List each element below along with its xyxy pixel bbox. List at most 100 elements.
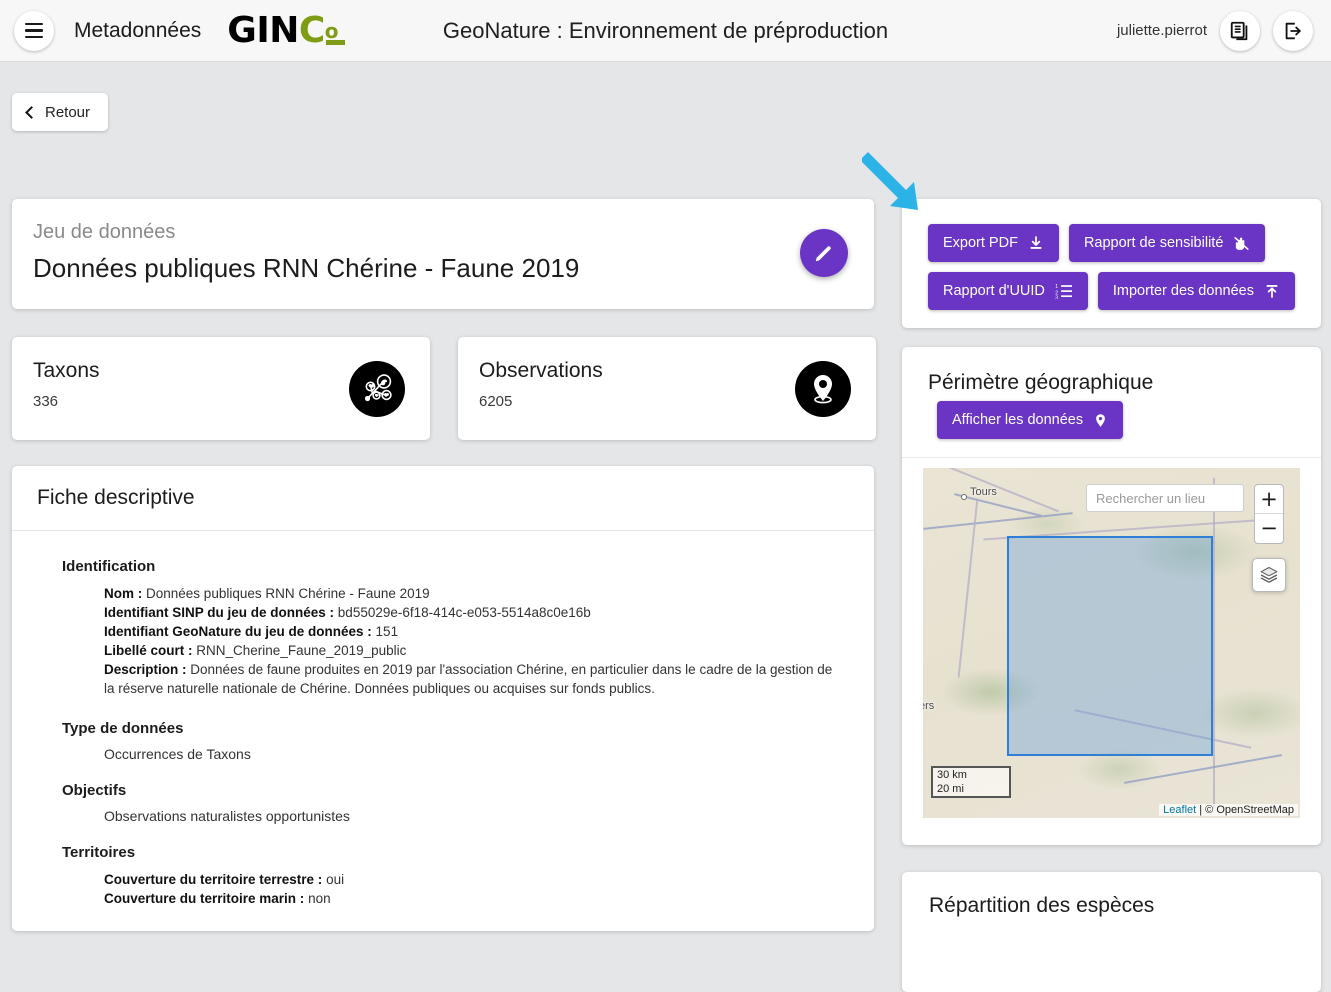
afficher-les-donnees-label: Afficher les données (952, 412, 1084, 428)
field-value: Données publiques RNN Chérine - Faune 20… (146, 586, 430, 601)
username-label: juliette.pierrot (1116, 22, 1207, 39)
objectifs-value: Observations naturalistes opportunistes (104, 808, 350, 824)
actions-card: Export PDF Rapport de sensibilité Rappor… (902, 199, 1321, 328)
field-label: Description : (104, 662, 187, 677)
upload-icon (1266, 285, 1278, 298)
importer-donnees-button[interactable]: Importer des données (1097, 272, 1295, 310)
stat-value: 6205 (479, 393, 513, 410)
perimetre-title: Périmètre géographique (928, 371, 1154, 394)
section-heading-identification: Identification (62, 558, 156, 575)
rapport-uuid-label: Rapport d'UUID (943, 283, 1045, 299)
map-pin-icon (1096, 413, 1105, 427)
divider (902, 457, 1321, 458)
field-row: Nom : Données publiques RNN Chérine - Fa… (104, 584, 844, 603)
edit-dataset-button[interactable] (800, 229, 848, 277)
back-button-label: Retour (45, 103, 91, 121)
field-label: Identifiant SINP du jeu de données : (104, 605, 335, 620)
hamburger-bar (25, 29, 43, 32)
town-marker (961, 494, 967, 500)
fiche-body: Identification Nom : Données publiques R… (12, 531, 874, 908)
repartition-especes-card: Répartition des espèces (902, 872, 1321, 992)
logo-underline (325, 39, 345, 45)
export-pdf-button[interactable]: Export PDF (928, 224, 1059, 262)
leaflet-link[interactable]: Leaflet (1163, 804, 1196, 816)
importer-donnees-label: Importer des données (1112, 283, 1254, 299)
stat-label: Taxons (33, 359, 100, 382)
stat-label: Observations (479, 359, 603, 382)
identification-rows: Nom : Données publiques RNN Chérine - Fa… (104, 584, 844, 698)
logout-icon[interactable] (1273, 10, 1313, 51)
afficher-les-donnees-button[interactable]: Afficher les données (937, 401, 1124, 439)
map-pin-icon (795, 360, 851, 417)
stat-card-taxons[interactable]: Taxons 336 (12, 337, 430, 440)
hamburger-bar (25, 35, 43, 39)
field-label: Libellé court : (104, 643, 193, 658)
perimetre-geographique-card: Périmètre géographique Afficher les donn… (902, 347, 1321, 845)
rapport-sensibilite-button[interactable]: Rapport de sensibilité (1068, 224, 1266, 262)
field-value: RNN_Cherine_Faune_2019_public (196, 643, 407, 658)
field-label: Identifiant GeoNature du jeu de données … (104, 624, 372, 639)
back-button[interactable]: Retour (12, 93, 109, 131)
field-row: Identifiant SINP du jeu de données : bd5… (104, 603, 844, 622)
logo-text-gin: GIN (227, 9, 299, 51)
scale-km-label: 30 km (931, 766, 1011, 782)
ginco-logo: GIN C o (227, 9, 345, 51)
zoom-out-button[interactable]: − (1255, 514, 1283, 543)
zoom-in-button[interactable]: + (1255, 485, 1283, 514)
field-value: Données de faune produites en 2019 par l… (104, 662, 833, 696)
logo-text-c: C (298, 9, 325, 51)
field-row: Couverture du territoire marin : non (104, 889, 844, 908)
repartition-title: Répartition des espèces (929, 894, 1155, 917)
field-row: Couverture du territoire terrestre : oui (104, 870, 844, 889)
rapport-uuid-button[interactable]: Rapport d'UUID 1 2 3 (928, 272, 1088, 310)
hand-block-icon (1234, 236, 1250, 250)
rapport-sensibilite-label: Rapport de sensibilité (1083, 235, 1224, 251)
logo-text-o-underlined: o (325, 13, 345, 49)
pencil-icon (815, 246, 831, 262)
town-label: Tours (970, 486, 997, 498)
stat-card-observations[interactable]: Observations 6205 (458, 337, 876, 440)
taxonomy-icon (349, 360, 405, 417)
map-scale-bar: 30 km 20 mi (931, 766, 1011, 798)
ordered-list-icon: 1 2 3 (1055, 284, 1072, 299)
section-heading-territoires: Territoires (62, 844, 136, 861)
actions-row-1: Export PDF Rapport de sensibilité (902, 199, 1321, 262)
type-donnees-value: Occurrences de Taxons (104, 746, 251, 762)
field-row: Identifiant GeoNature du jeu de données … (104, 622, 844, 641)
app-header: Metadonnées GIN C o GeoNature : Environn… (0, 0, 1331, 62)
documents-icon[interactable] (1220, 10, 1260, 51)
field-row: Description : Données de faune produites… (104, 660, 844, 698)
search-input[interactable]: Rechercher un lieu (1086, 484, 1244, 512)
field-value: 151 (375, 624, 399, 639)
svg-text:3: 3 (1055, 296, 1058, 299)
layers-icon[interactable] (1252, 558, 1286, 592)
page-body: Retour Jeu de données Données publiques … (0, 62, 1331, 992)
field-value: non (308, 891, 331, 906)
field-value: oui (326, 872, 345, 887)
header-right-group: juliette.pierrot (1116, 10, 1313, 51)
field-label: Couverture du territoire marin : (104, 891, 305, 906)
leaflet-map[interactable]: Tours ers Rechercher un lieu + − 30 km 2… (923, 468, 1300, 818)
dataset-kicker: Jeu de données (33, 221, 176, 243)
map-road (1213, 478, 1215, 808)
hamburger-bar (25, 22, 43, 26)
hamburger-icon[interactable] (14, 10, 54, 51)
chevron-left-icon (25, 105, 38, 119)
field-row: Libellé court : RNN_Cherine_Faune_2019_p… (104, 641, 844, 660)
territoires-rows: Couverture du territoire terrestre : oui… (104, 870, 844, 908)
field-label: Nom : (104, 586, 143, 601)
svg-text:1: 1 (1055, 284, 1058, 290)
perimetre-button-wrap: Afficher les données (902, 395, 1321, 439)
module-name: Metadonnées (74, 18, 202, 42)
field-value: bd55029e-6f18-414c-e053-5514a8c0e16b (337, 605, 591, 620)
stat-value: 336 (33, 393, 59, 410)
town-label-partial: ers (923, 700, 935, 712)
map-zoom-control: + − (1254, 484, 1284, 544)
scale-mi-label: 20 mi (931, 782, 1011, 798)
dataset-title: Données publiques RNN Chérine - Faune 20… (33, 253, 580, 283)
download-icon (1030, 236, 1042, 249)
section-heading-type-donnees: Type de données (62, 720, 184, 737)
